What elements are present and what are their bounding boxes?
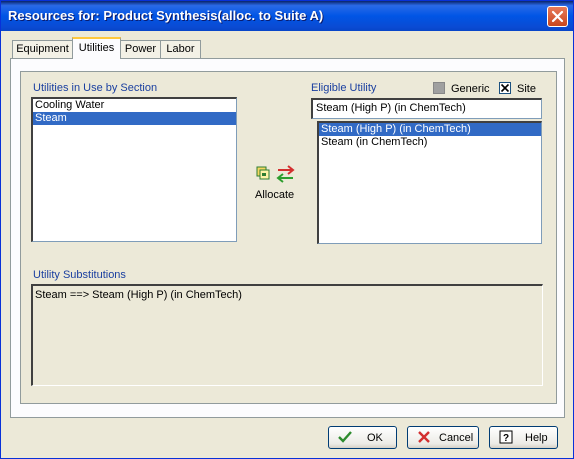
checkmark-icon [500, 83, 510, 93]
utility-substitutions-label: Utility Substitutions [33, 269, 126, 281]
utilities-in-use-list[interactable]: Cooling Water Steam [31, 97, 237, 242]
generic-label: Generic [451, 83, 490, 95]
allocate-button[interactable] [256, 164, 296, 184]
ok-button[interactable]: OK [328, 426, 397, 449]
close-icon [551, 10, 564, 23]
eligible-utility-label: Eligible Utility [311, 82, 377, 94]
list-item-steam[interactable]: Steam [33, 112, 236, 125]
tab-utilities[interactable]: Utilities [72, 37, 121, 59]
utility-substitutions-box: Steam ==> Steam (High P) (in ChemTech) [31, 284, 543, 386]
title-bar[interactable]: Resources for: Product Synthesis(alloc. … [1, 1, 573, 31]
list-item-steam-high-p[interactable]: Steam (High P) (in ChemTech) [319, 123, 541, 136]
help-button[interactable]: ? Help [489, 426, 558, 449]
cancel-button[interactable]: Cancel [407, 426, 479, 449]
close-button[interactable] [547, 6, 568, 27]
substitution-entry: Steam ==> Steam (High P) (in ChemTech) [35, 289, 242, 301]
eligible-utility-field[interactable]: Steam (High P) (in ChemTech) [311, 98, 542, 119]
ok-label: OK [367, 432, 383, 444]
help-label: Help [525, 432, 548, 444]
window-title: Resources for: Product Synthesis(alloc. … [8, 8, 324, 23]
tab-labor[interactable]: Labor [160, 40, 201, 58]
cancel-label: Cancel [439, 432, 474, 444]
checkmark-icon [338, 431, 352, 443]
site-label: Site [517, 83, 536, 95]
utilities-in-use-label: Utilities in Use by Section [33, 82, 158, 94]
allocate-label: Allocate [255, 189, 295, 201]
svg-text:?: ? [503, 433, 509, 444]
allocate-swap-icon [256, 165, 295, 183]
list-item-cooling-water[interactable]: Cooling Water [33, 99, 236, 112]
list-item-steam-chemtech[interactable]: Steam (in ChemTech) [319, 136, 541, 149]
help-icon: ? [499, 430, 513, 444]
generic-checkbox[interactable] [433, 82, 445, 94]
tab-equipment[interactable]: Equipment [12, 40, 73, 58]
x-icon [418, 431, 430, 443]
eligible-utility-list[interactable]: Steam (High P) (in ChemTech) Steam (in C… [317, 121, 542, 244]
site-checkbox[interactable] [499, 82, 511, 94]
dialog-window: Resources for: Product Synthesis(alloc. … [0, 0, 574, 459]
tab-power[interactable]: Power [120, 40, 161, 58]
